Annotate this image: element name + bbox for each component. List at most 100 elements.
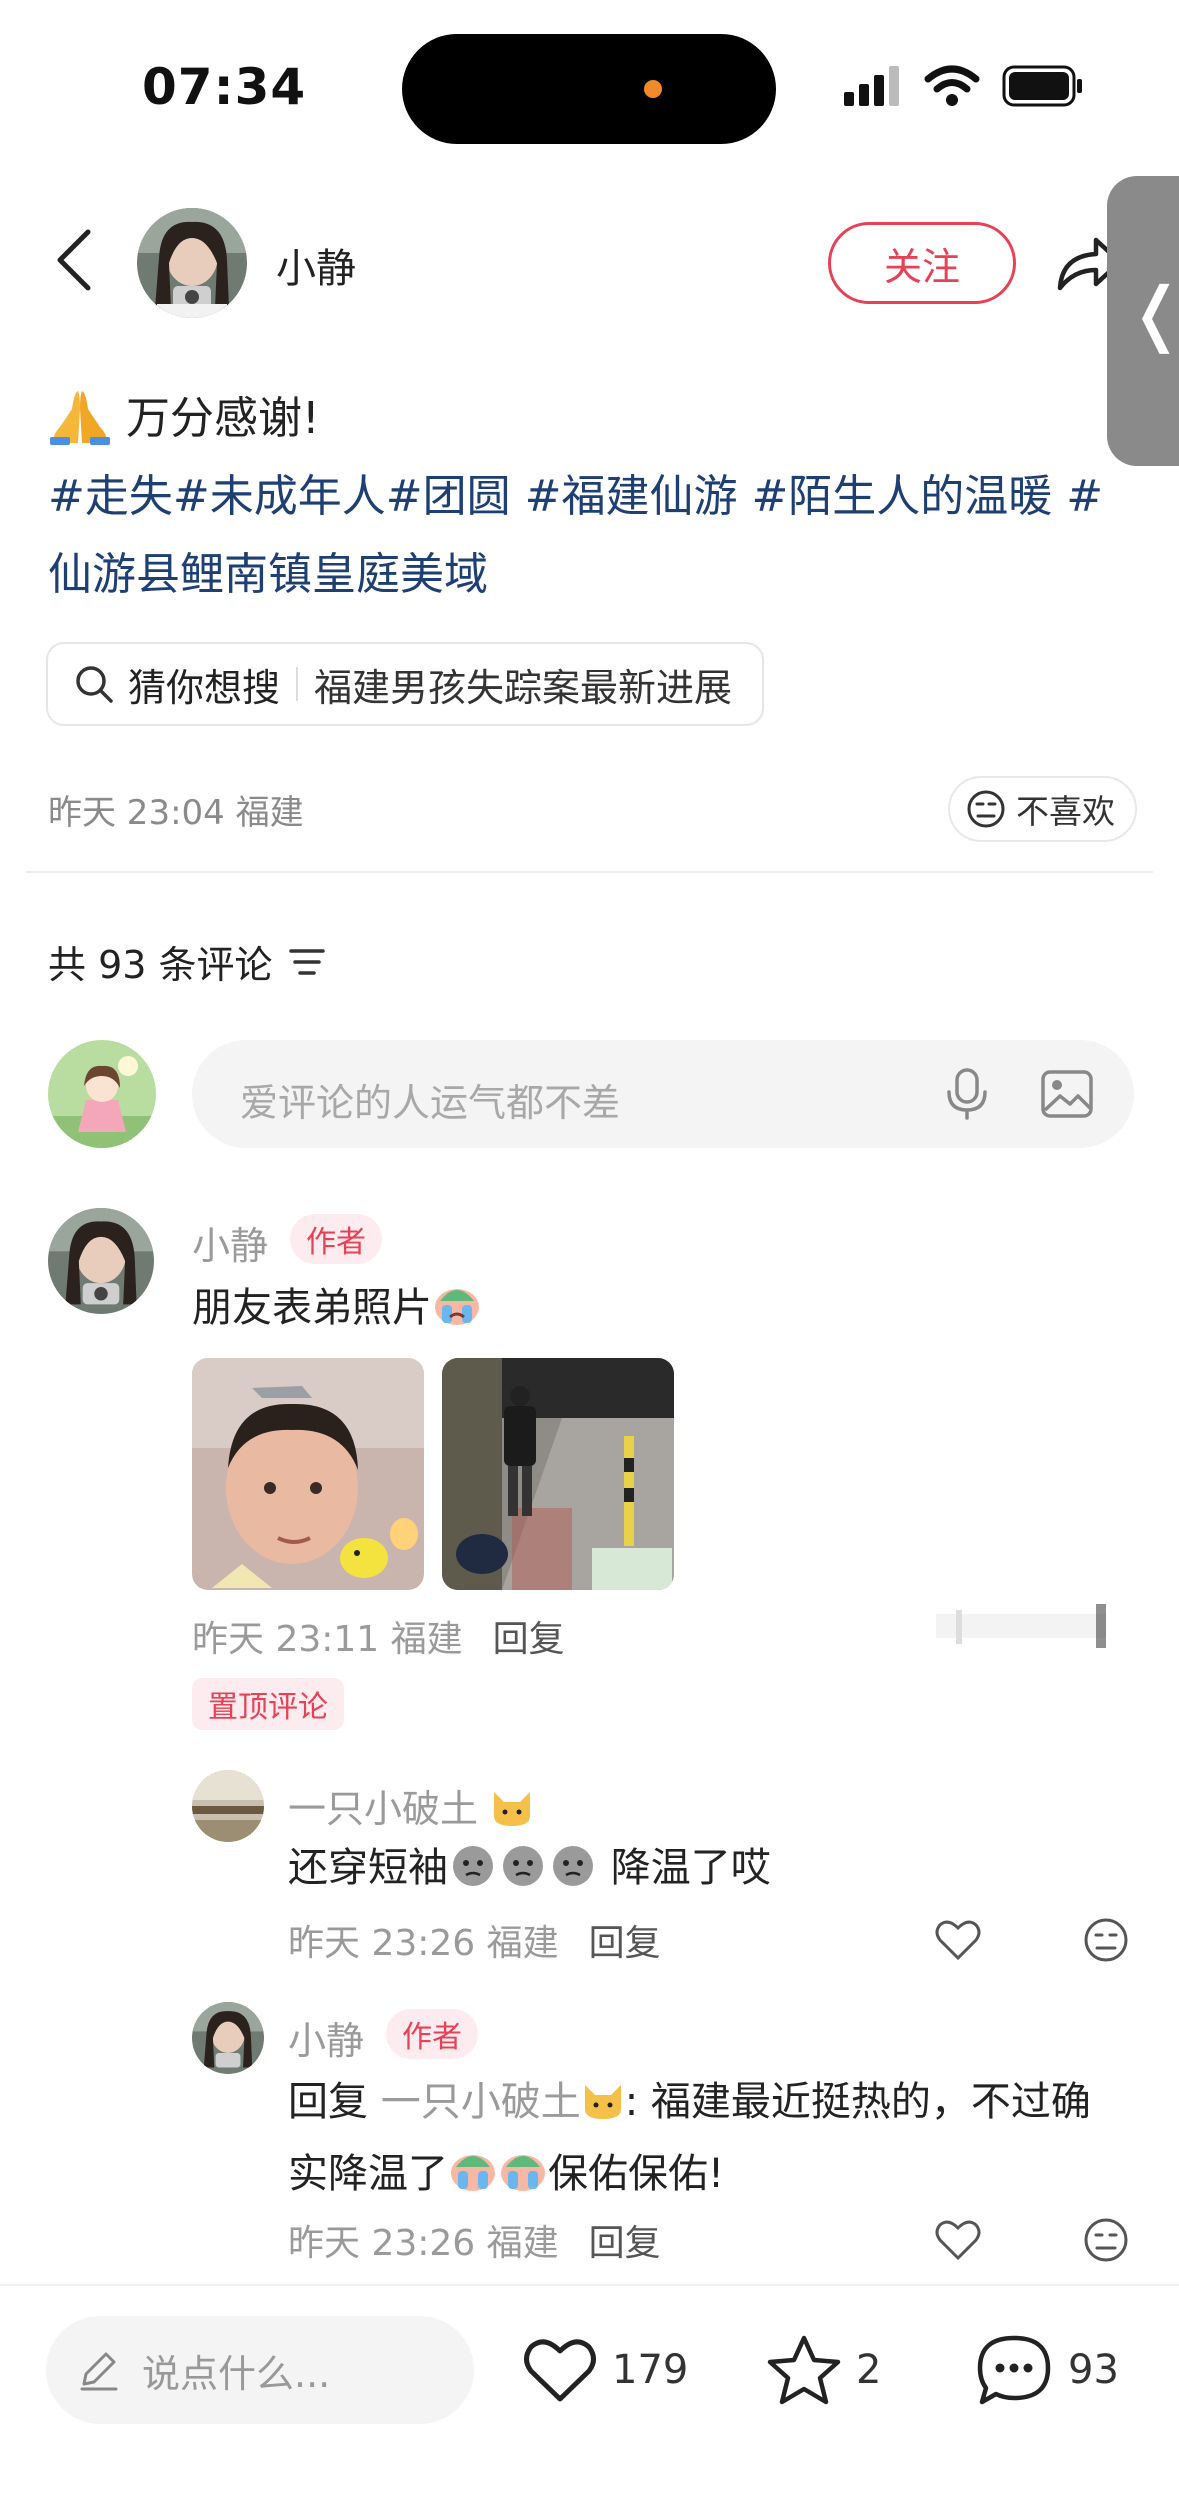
say-something-placeholder: 说点什么... bbox=[142, 2351, 331, 2396]
pinned-comment-badge: 置顶评论 bbox=[192, 1678, 344, 1730]
wifi-icon bbox=[924, 65, 980, 106]
pencil-icon bbox=[80, 2352, 118, 2391]
say-something-input[interactable]: 说点什么... bbox=[46, 2316, 474, 2424]
comment-input[interactable]: 爱评论的人运气都不差 bbox=[192, 1040, 1134, 1148]
unhappy-face-icon[interactable] bbox=[1082, 1916, 1130, 1964]
unhappy-face-icon bbox=[967, 790, 1005, 828]
search-icon bbox=[76, 666, 113, 703]
comment-text-part-b: 降温了哎 bbox=[610, 1845, 771, 1891]
comment-text-part-c: 保佑保佑! bbox=[548, 2151, 725, 2197]
battery-icon bbox=[1002, 65, 1082, 107]
heart-icon[interactable] bbox=[934, 2216, 982, 2264]
author-badge: 作者 bbox=[290, 1214, 382, 1264]
blurred-overlay bbox=[936, 1604, 1106, 1648]
commenter-name[interactable]: 小静 bbox=[192, 1215, 268, 1270]
commenter-avatar[interactable] bbox=[192, 1770, 264, 1842]
dislike-label: 不喜欢 bbox=[1016, 792, 1115, 831]
search-suggestion[interactable]: 猜你想搜 福建男孩失踪案最新进展 bbox=[46, 642, 765, 726]
dynamic-island bbox=[402, 34, 776, 144]
comment-text-part-a: 还穿短袖 bbox=[288, 1845, 448, 1891]
comment-text: 回复 一只小破土 : 福建最近挺热的，不过确实降温了 保佑保佑! bbox=[288, 2066, 1148, 2210]
like-button[interactable]: 179 bbox=[522, 2320, 688, 2420]
author-badge: 作者 bbox=[386, 2009, 478, 2059]
comment-count-text: 共 93 条评论 bbox=[48, 943, 273, 987]
comment-meta: 昨天 23:26 福建 回复 bbox=[288, 2214, 661, 2266]
comment-time-location: 昨天 23:26 福建 bbox=[288, 2223, 559, 2264]
comment-text-part-a: : 福建最近挺热的，不过确 bbox=[624, 2079, 1091, 2125]
heart-icon[interactable] bbox=[934, 1916, 982, 1964]
comment-text: 还穿短袖 降温了哎 bbox=[288, 1832, 771, 1904]
praying-hands-icon bbox=[50, 391, 110, 445]
post-header: 小静 关注 bbox=[0, 200, 1179, 320]
post-meta: 昨天 23:04 福建 bbox=[48, 793, 304, 833]
landscape-avatar-image bbox=[192, 1770, 264, 1842]
comment-time-location: 昨天 23:11 福建 bbox=[192, 1619, 463, 1660]
comment-text-part-b: 实降温了 bbox=[288, 2151, 448, 2197]
author-avatar-image bbox=[48, 1208, 154, 1314]
comment-photo-cctv[interactable] bbox=[442, 1358, 674, 1590]
comment-input-placeholder: 爱评论的人运气都不差 bbox=[240, 1081, 621, 1125]
cctv-street-image bbox=[442, 1358, 674, 1590]
comment-button[interactable]: 93 bbox=[974, 2320, 1119, 2420]
comment-count[interactable]: 共 93 条评论 bbox=[48, 934, 327, 989]
dislike-button[interactable]: 不喜欢 bbox=[948, 776, 1137, 842]
commenter-name-text: 一只小破土 bbox=[288, 1787, 479, 1831]
cat-face-icon bbox=[494, 1792, 531, 1826]
chevron-left-icon: ❬ bbox=[1127, 272, 1179, 354]
author-avatar[interactable] bbox=[137, 208, 247, 318]
author-avatar-image bbox=[192, 2002, 264, 2074]
crying-face-emoji-icon bbox=[501, 2155, 545, 2191]
commenter-avatar[interactable] bbox=[192, 2002, 264, 2074]
reply-prefix: 回复 bbox=[288, 2079, 368, 2125]
divider bbox=[26, 871, 1153, 873]
reply-button[interactable]: 回复 bbox=[493, 1619, 565, 1660]
post-body: 万分感谢! #走失#未成年人#团圆 #福建仙游 #陌生人的温暖 #仙游县鲤南镇皇… bbox=[48, 380, 1138, 614]
post-hashtags[interactable]: #走失#未成年人#团圆 #福建仙游 #陌生人的温暖 #仙游县鲤南镇皇庭美域 bbox=[48, 458, 1138, 614]
comment-meta: 昨天 23:26 福建 回复 bbox=[288, 1914, 661, 1966]
author-name[interactable]: 小静 bbox=[276, 236, 356, 294]
search-separator bbox=[296, 667, 299, 701]
follow-button[interactable]: 关注 bbox=[828, 222, 1016, 304]
author-avatar-image bbox=[137, 208, 247, 318]
search-suggestion-label: 猜你想搜 bbox=[128, 665, 281, 710]
search-suggestion-query: 福建男孩失踪案最新进展 bbox=[314, 665, 733, 710]
recording-dot bbox=[644, 80, 662, 98]
cat-face-icon bbox=[584, 2085, 621, 2119]
favorite-button[interactable]: 2 bbox=[766, 2320, 881, 2420]
reply-button[interactable]: 回复 bbox=[589, 1923, 661, 1964]
speech-bubble-icon bbox=[977, 2335, 1051, 2405]
crying-face-emoji-icon bbox=[435, 1289, 479, 1325]
sweating-face-emoji-icon bbox=[453, 1846, 493, 1886]
image-picker-icon[interactable] bbox=[1040, 1068, 1094, 1120]
current-user-avatar bbox=[48, 1040, 156, 1148]
unhappy-face-icon[interactable] bbox=[1082, 2216, 1130, 2264]
reply-to-name[interactable]: 一只小破土 bbox=[381, 2079, 581, 2125]
favorite-count: 2 bbox=[856, 2347, 882, 2393]
status-time: 07:34 bbox=[142, 58, 307, 116]
sort-filter-icon bbox=[288, 948, 325, 975]
comment-text: 朋友表弟照片 bbox=[192, 1272, 482, 1344]
commenter-name[interactable]: 小静 bbox=[288, 2010, 364, 2065]
back-button[interactable] bbox=[46, 224, 102, 296]
commenter-name[interactable]: 一只小破土 bbox=[288, 1778, 534, 1833]
comment-count-value: 93 bbox=[1068, 2347, 1119, 2393]
post-title: 万分感谢! bbox=[126, 393, 320, 444]
sweating-face-emoji-icon bbox=[553, 1846, 593, 1886]
reply-button[interactable]: 回复 bbox=[589, 2223, 661, 2264]
post-title-line: 万分感谢! bbox=[48, 380, 1138, 458]
chevron-left-icon bbox=[57, 229, 91, 291]
comment-meta: 昨天 23:11 福建 回复 bbox=[192, 1610, 565, 1662]
status-bar: 07:34 bbox=[0, 0, 1179, 170]
cellular-signal-icon bbox=[844, 66, 899, 106]
girl-illustration-avatar bbox=[48, 1040, 156, 1148]
status-icons bbox=[842, 64, 1084, 108]
sweating-face-emoji-icon bbox=[503, 1846, 543, 1886]
crying-face-emoji-icon bbox=[451, 2155, 495, 2191]
bottom-action-bar: 说点什么... 179 2 93 bbox=[0, 2284, 1179, 2516]
comment-text-content: 朋友表弟照片 bbox=[192, 1285, 432, 1331]
like-count: 179 bbox=[612, 2347, 689, 2393]
microphone-icon[interactable] bbox=[942, 1068, 992, 1120]
comment-photo-boy-portrait[interactable] bbox=[192, 1358, 424, 1590]
commenter-avatar[interactable] bbox=[48, 1208, 154, 1314]
star-icon bbox=[767, 2335, 841, 2405]
